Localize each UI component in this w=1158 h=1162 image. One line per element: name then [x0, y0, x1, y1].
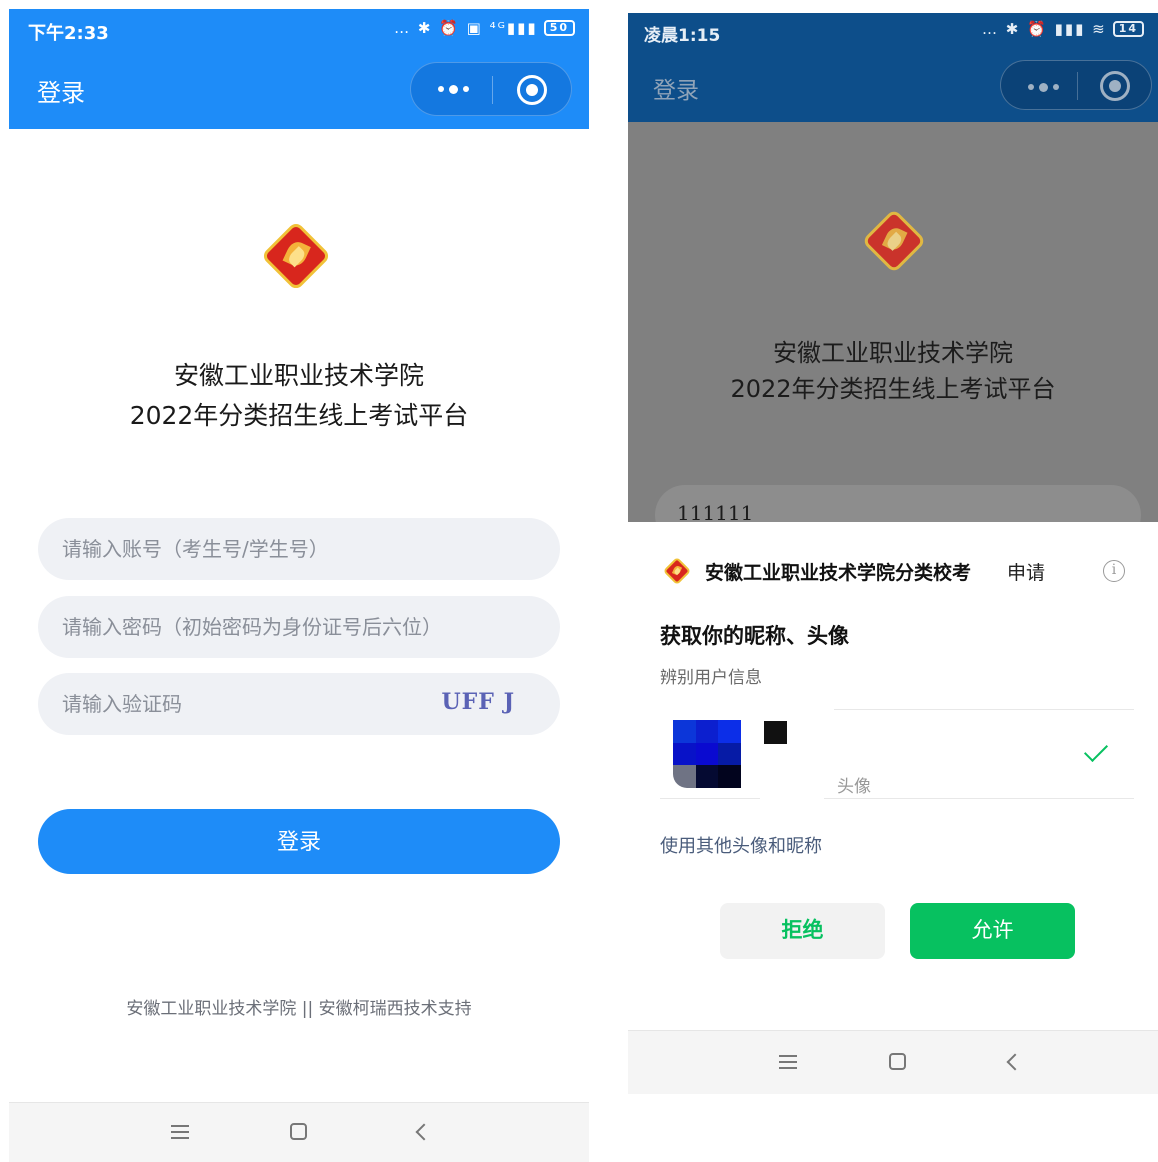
system-nav-bar — [9, 1102, 589, 1162]
close-target-icon[interactable] — [1100, 71, 1130, 101]
back-icon[interactable] — [415, 1123, 433, 1141]
permission-subheading: 辨别用户信息 — [660, 668, 762, 688]
miniprogram-capsule — [1000, 60, 1152, 110]
password-field — [38, 596, 560, 658]
deny-button[interactable]: 拒绝 — [720, 903, 885, 959]
divider — [660, 798, 760, 799]
nav-bar: 登录 — [628, 49, 1158, 122]
divider — [834, 709, 1134, 710]
battery-icon: 50 — [543, 20, 575, 36]
back-icon[interactable] — [1006, 1053, 1024, 1071]
login-button[interactable]: 登录 — [38, 809, 560, 874]
password-input[interactable] — [62, 596, 442, 658]
menu-icon[interactable] — [779, 1055, 797, 1069]
authorization-sheet: 安徽工业职业技术学院分类校考 申请 i 获取你的昵称、头像 辨别用户信息 头像 … — [628, 522, 1158, 1094]
school-name: 安徽工业职业技术学院 — [173, 361, 424, 390]
dimmed-overlay — [628, 122, 1158, 522]
capsule-divider — [492, 76, 493, 104]
captcha-input[interactable] — [62, 673, 442, 735]
page-title: 登录 — [653, 78, 699, 104]
use-other-avatar-link[interactable]: 使用其他头像和昵称 — [660, 832, 822, 858]
avatar-label: 头像 — [837, 777, 871, 797]
status-icons: … ✱ ⏰ ▮▮▮ ≋ 14 — [982, 20, 1144, 38]
permission-heading: 获取你的昵称、头像 — [660, 624, 849, 648]
battery-icon: 14 — [1112, 21, 1144, 37]
signal-icons: … ✱ ⏰ ▣ ⁴ᴳ▮▮▮ — [394, 19, 538, 37]
nav-bar: 登录 — [9, 51, 589, 129]
check-icon — [1083, 737, 1109, 763]
menu-icon[interactable] — [171, 1125, 189, 1139]
divider — [824, 798, 1134, 799]
capsule-divider — [1077, 72, 1078, 100]
app-name: 安徽工业职业技术学院分类校考 — [705, 562, 972, 584]
avatar[interactable] — [673, 720, 741, 788]
home-icon[interactable] — [290, 1123, 307, 1140]
more-icon[interactable] — [433, 75, 473, 103]
status-bar: 下午2:33 … ✱ ⏰ ▣ ⁴ᴳ▮▮▮ 50 — [9, 9, 589, 51]
info-icon[interactable]: i — [1103, 560, 1125, 582]
signal-icons: … ✱ ⏰ ▮▮▮ ≋ — [982, 20, 1107, 38]
status-bar: 凌晨1:15 … ✱ ⏰ ▮▮▮ ≋ 14 — [628, 13, 1158, 49]
apply-label: 申请 — [1007, 562, 1046, 584]
platform-title: 2022年分类招生线上考试平台 — [730, 375, 1056, 403]
page-title: 登录 — [37, 79, 85, 107]
close-target-icon[interactable] — [517, 75, 547, 105]
status-time: 下午2:33 — [28, 23, 109, 44]
home-icon[interactable] — [889, 1053, 906, 1070]
allow-button[interactable]: 允许 — [910, 903, 1075, 959]
captcha-image[interactable]: UFF J — [442, 689, 516, 715]
school-name: 安徽工业职业技术学院 — [773, 339, 1013, 367]
system-nav-bar — [628, 1030, 1158, 1094]
account-input[interactable] — [62, 518, 442, 580]
app-logo — [662, 556, 692, 586]
status-time: 凌晨1:15 — [644, 26, 721, 46]
footer-text: 安徽工业职业技术学院 || 安徽柯瑞西技术支持 — [126, 999, 472, 1019]
platform-title: 2022年分类招生线上考试平台 — [129, 401, 469, 430]
status-icons: … ✱ ⏰ ▣ ⁴ᴳ▮▮▮ 50 — [394, 19, 575, 37]
more-icon[interactable] — [1023, 73, 1063, 101]
captcha-field: UFF J — [38, 673, 560, 735]
nickname-redacted — [764, 721, 787, 744]
miniprogram-capsule — [410, 62, 572, 116]
school-logo — [260, 220, 332, 292]
account-field — [38, 518, 560, 580]
login-screen: 下午2:33 … ✱ ⏰ ▣ ⁴ᴳ▮▮▮ 50 登录 安徽工业职业技术学院 20… — [9, 9, 589, 1162]
authorize-screen: 凌晨1:15 … ✱ ⏰ ▮▮▮ ≋ 14 登录 安徽工业职业技术学院 2022… — [628, 13, 1158, 1094]
